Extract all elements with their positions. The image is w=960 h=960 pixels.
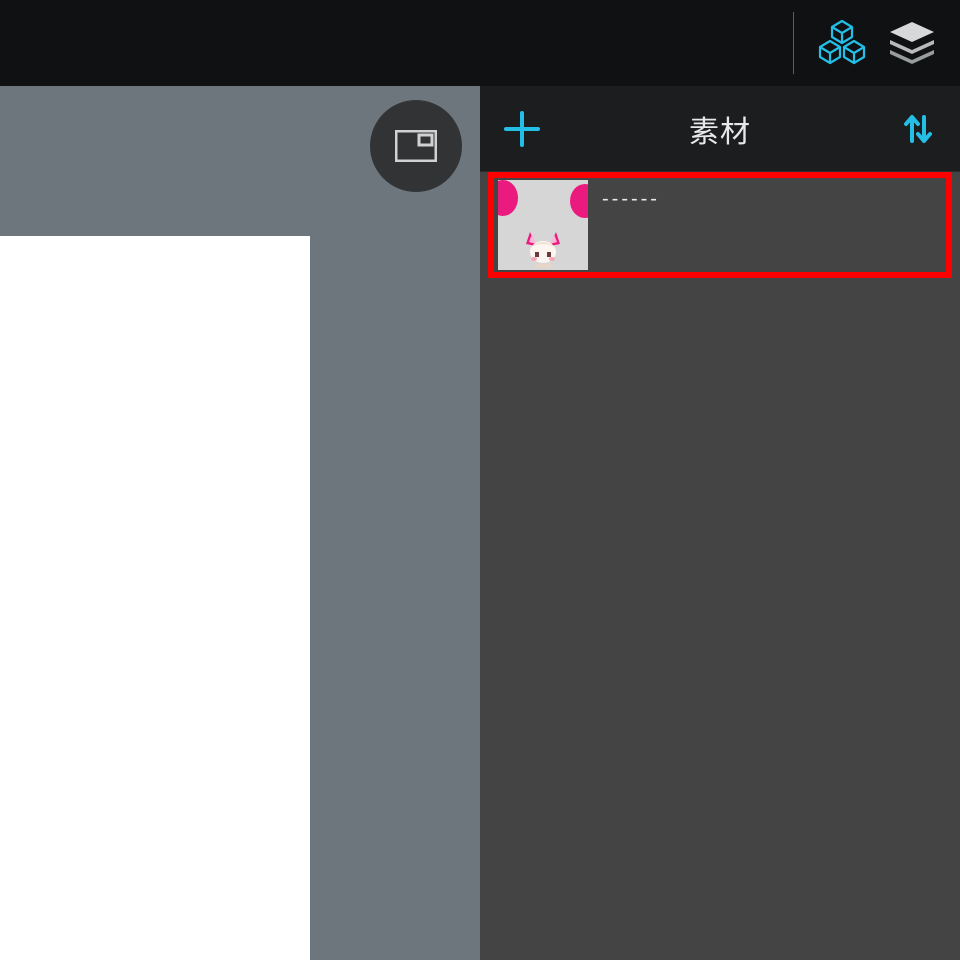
3d-cubes-icon[interactable] bbox=[818, 19, 866, 67]
canvas-pane[interactable] bbox=[0, 86, 480, 960]
materials-list: ------ bbox=[480, 172, 960, 960]
view-reference-button[interactable] bbox=[370, 100, 462, 192]
layers-icon[interactable] bbox=[888, 19, 936, 67]
character-sprite-icon bbox=[520, 222, 566, 268]
material-item[interactable]: ------ bbox=[498, 180, 942, 270]
canvas-artboard[interactable] bbox=[0, 236, 310, 960]
sort-swap-button[interactable] bbox=[876, 86, 960, 171]
top-bar-divider bbox=[793, 12, 794, 74]
content-area: 素材 bbox=[0, 86, 960, 960]
material-thumbnail bbox=[498, 180, 588, 270]
panel-header: 素材 bbox=[480, 86, 960, 172]
top-bar bbox=[0, 0, 960, 86]
add-material-button[interactable] bbox=[480, 86, 564, 171]
materials-panel: 素材 bbox=[480, 86, 960, 960]
material-name-label: ------ bbox=[588, 180, 942, 219]
panel-title: 素材 bbox=[564, 107, 876, 151]
